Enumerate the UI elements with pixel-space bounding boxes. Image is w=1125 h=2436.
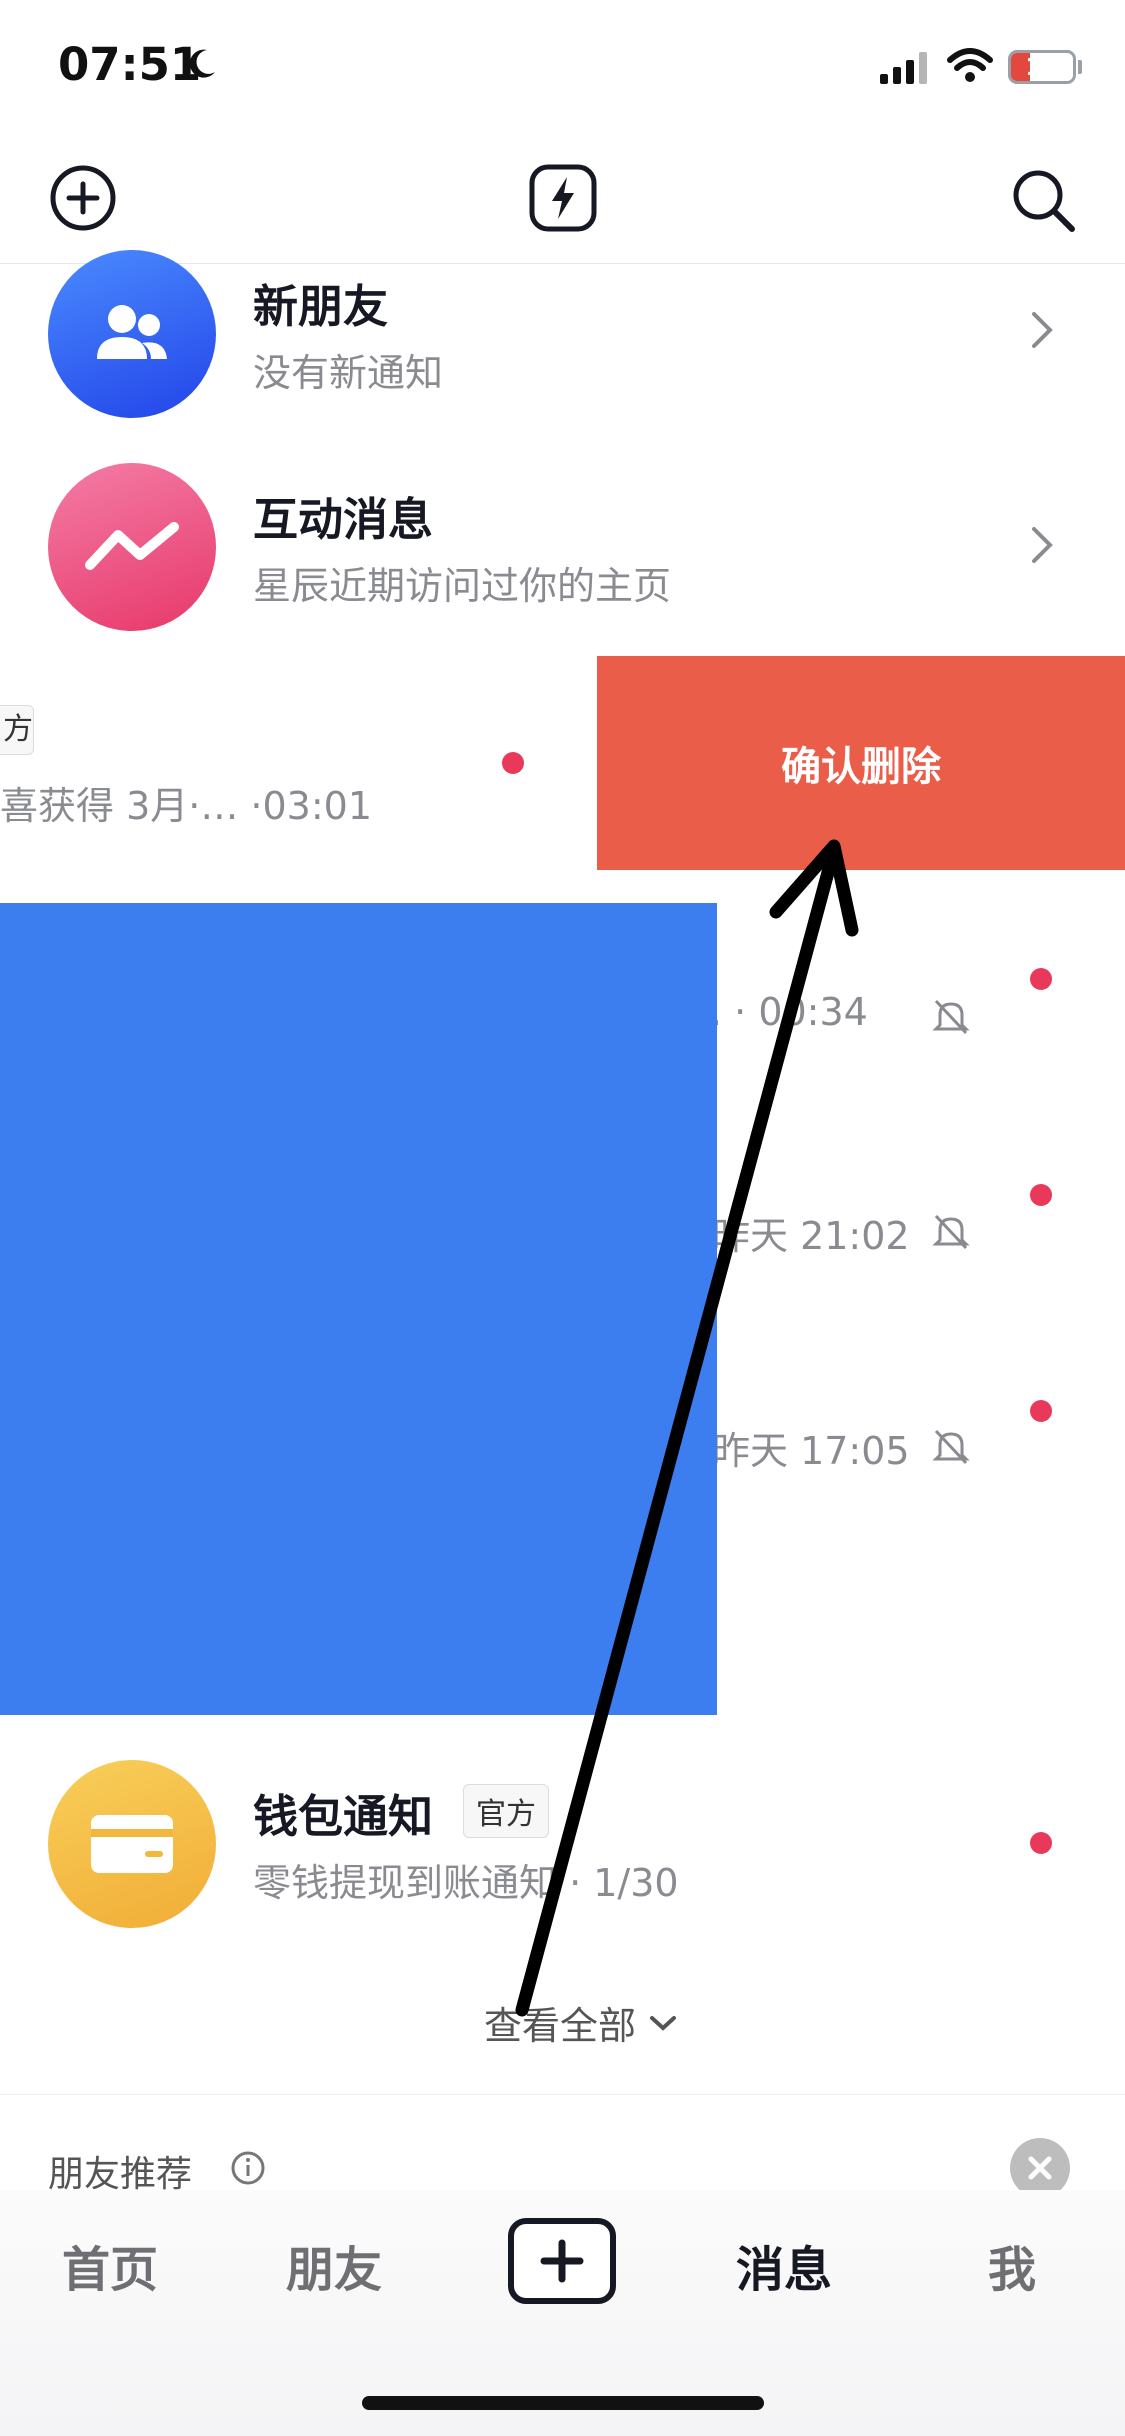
annotation-arrow bbox=[515, 839, 859, 2017]
screen: 07:51 17 新朋友 没有新通知 互动消息 星辰近期访问过你的主页 方 喜获… bbox=[0, 0, 1125, 2436]
